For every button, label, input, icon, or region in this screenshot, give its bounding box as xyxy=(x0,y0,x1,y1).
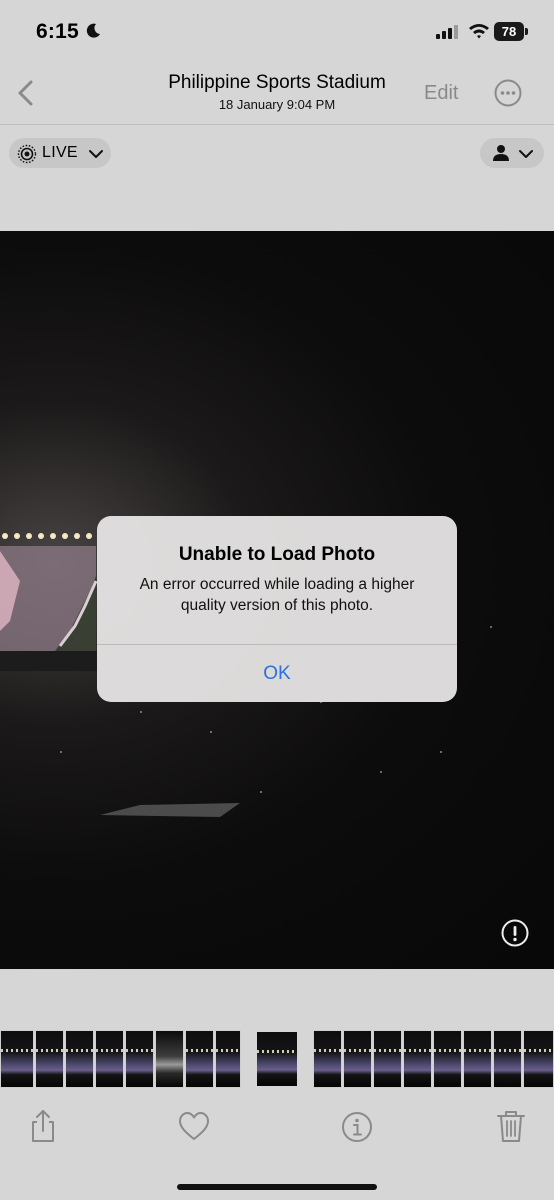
thumbnail[interactable] xyxy=(65,1030,94,1088)
crowd-light xyxy=(140,711,142,713)
alert-message: An error occurred while loading a higher… xyxy=(139,576,415,614)
status-bar: 6:15 78 xyxy=(0,0,554,62)
live-label: LIVE xyxy=(42,144,78,161)
thumbnail[interactable] xyxy=(433,1030,462,1088)
crowd-light xyxy=(210,731,212,733)
status-time: 6:15 xyxy=(36,20,79,43)
thumbnail[interactable] xyxy=(373,1030,402,1088)
crowd-light xyxy=(440,751,442,753)
thumbnail[interactable] xyxy=(313,1030,342,1088)
photo-date-subtitle: 18 January 9:04 PM xyxy=(218,97,336,112)
live-photo-button[interactable]: LIVE xyxy=(9,138,111,168)
thumbnail[interactable] xyxy=(493,1030,522,1088)
stage-runway-image xyxy=(100,803,240,817)
thumbnail-strip[interactable] xyxy=(0,1030,554,1088)
moon-icon xyxy=(84,22,102,45)
alert-circle-icon[interactable] xyxy=(500,918,530,948)
error-alert-dialog: Unable to Load Photo An error occurred w… xyxy=(97,516,457,702)
share-icon[interactable] xyxy=(26,1108,60,1144)
cellular-signal-icon xyxy=(436,25,460,44)
crowd-light xyxy=(60,751,62,753)
thumbnail[interactable] xyxy=(403,1030,432,1088)
edit-button[interactable]: Edit xyxy=(424,82,458,105)
bottom-toolbar xyxy=(0,1100,554,1160)
alert-title: Unable to Load Photo xyxy=(178,544,376,565)
chevron-down-icon xyxy=(518,147,534,165)
chevron-down-icon xyxy=(88,147,104,165)
crowd-light xyxy=(260,791,262,793)
thumbnail[interactable] xyxy=(523,1030,554,1088)
thumbnail[interactable] xyxy=(0,1030,34,1088)
thumbnail[interactable] xyxy=(95,1030,124,1088)
navigation-bar: Philippine Sports Stadium 18 January 9:0… xyxy=(0,62,554,125)
current-thumbnail[interactable] xyxy=(255,1030,299,1088)
wifi-icon xyxy=(468,22,490,44)
trash-icon[interactable] xyxy=(494,1108,528,1144)
thumbnail[interactable] xyxy=(463,1030,492,1088)
people-button[interactable] xyxy=(480,138,544,168)
heart-icon[interactable] xyxy=(177,1108,211,1144)
thumbnail[interactable] xyxy=(343,1030,372,1088)
home-indicator xyxy=(177,1184,377,1190)
thumbnail[interactable] xyxy=(35,1030,64,1088)
thumbnail[interactable] xyxy=(155,1030,184,1088)
battery-icon: 78 xyxy=(494,22,524,41)
thumbnail[interactable] xyxy=(185,1030,214,1088)
live-photo-icon xyxy=(17,144,37,169)
person-icon xyxy=(491,143,511,168)
thumbnail[interactable] xyxy=(215,1030,241,1088)
photo-location-title: Philippine Sports Stadium xyxy=(168,72,386,93)
ellipsis-circle-icon[interactable] xyxy=(494,79,522,107)
info-icon[interactable] xyxy=(340,1108,374,1144)
thumbnail[interactable] xyxy=(125,1030,154,1088)
ok-button[interactable]: OK xyxy=(97,645,457,702)
crowd-light xyxy=(490,626,492,628)
crowd-light xyxy=(380,771,382,773)
battery-cap xyxy=(525,28,528,35)
